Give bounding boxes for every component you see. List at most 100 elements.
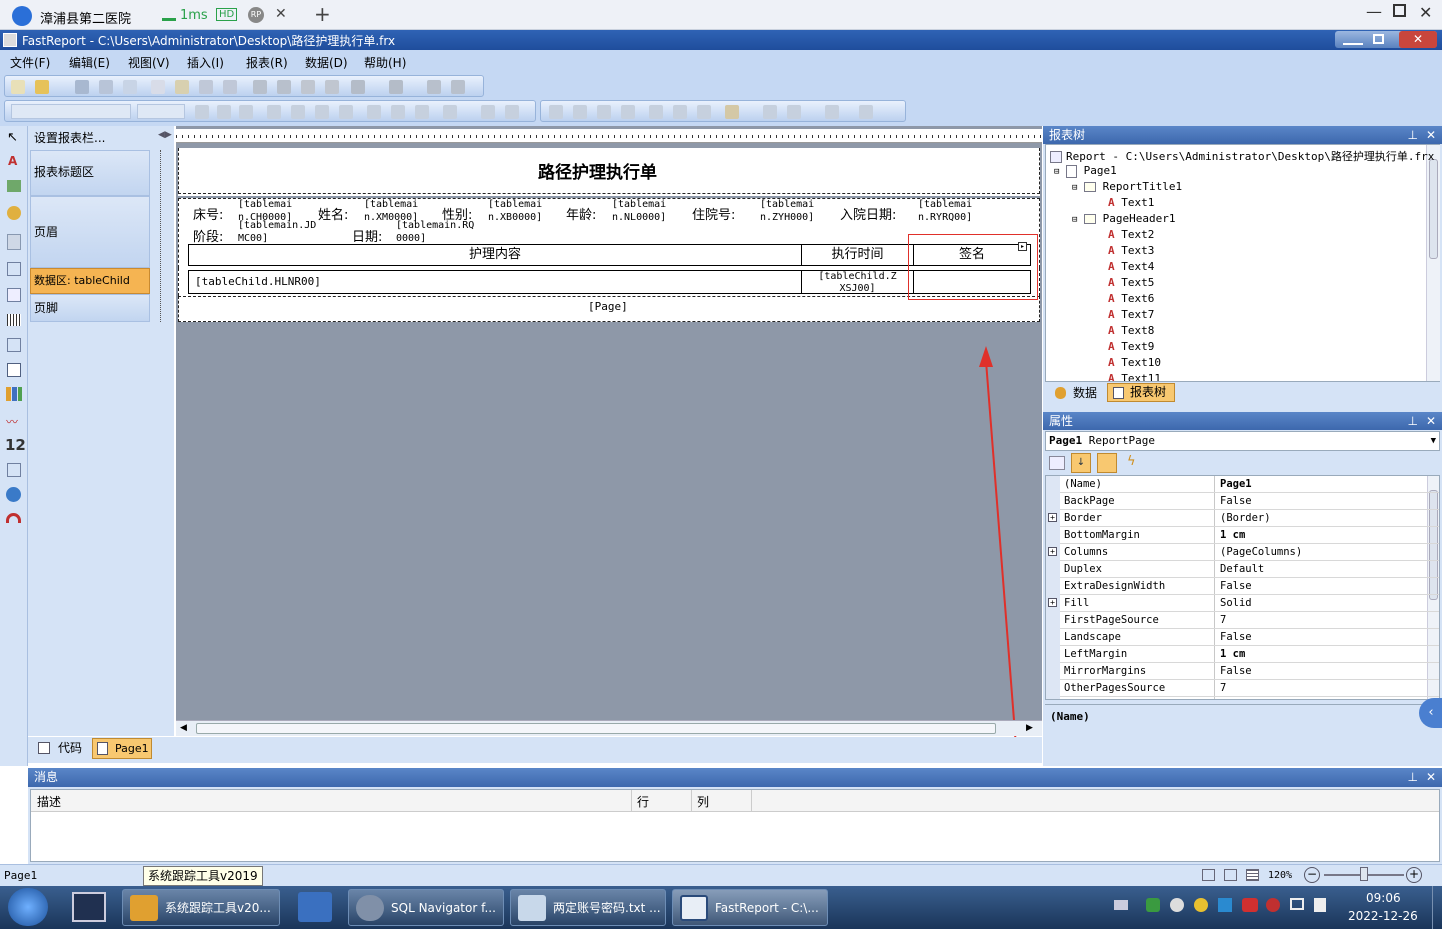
- col-description[interactable]: 描述: [37, 793, 61, 810]
- close-panel-icon[interactable]: ✕: [1426, 768, 1436, 787]
- collapse-arrows-icon[interactable]: ◀▶: [158, 130, 172, 140]
- font-name-select[interactable]: [11, 104, 131, 119]
- minimize-icon[interactable]: —: [1366, 2, 1382, 21]
- border-top-icon[interactable]: [549, 105, 563, 119]
- property-value[interactable]: (PageColumns): [1220, 546, 1302, 558]
- label-admit-date[interactable]: 入院日期:: [840, 204, 896, 223]
- field-date[interactable]: [tablemain.RQ 0000]: [396, 219, 474, 245]
- side-collapse-icon[interactable]: ‹: [1419, 698, 1442, 728]
- chart-object-icon[interactable]: [6, 387, 22, 401]
- align-bottom-icon[interactable]: [415, 105, 429, 119]
- pin-icon[interactable]: ⊥: [1408, 126, 1418, 144]
- line-style-icon[interactable]: [859, 105, 873, 119]
- design-surface[interactable]: 路径护理执行单 床号: [tablemai n.CH0000] 姓名: [tabl…: [176, 126, 1042, 747]
- property-value[interactable]: Default: [1220, 563, 1264, 575]
- zoom-in-icon[interactable]: +: [1406, 867, 1422, 883]
- tree-node-page1[interactable]: ⊟ Page1: [1054, 164, 1117, 178]
- checkbox-object-icon[interactable]: [7, 363, 21, 377]
- table-object-icon[interactable]: [7, 262, 21, 276]
- preview-icon[interactable]: [123, 80, 137, 94]
- cut-icon[interactable]: [253, 80, 267, 94]
- tree-node-text8[interactable]: A Text8: [1108, 324, 1154, 337]
- tree-node-text2[interactable]: A Text2: [1108, 228, 1154, 241]
- add-tab-icon[interactable]: +: [314, 2, 331, 26]
- tree-node-text4[interactable]: A Text4: [1108, 260, 1154, 273]
- pin-icon[interactable]: ⊥: [1408, 412, 1418, 430]
- scroll-right-icon[interactable]: ▶: [1026, 723, 1033, 733]
- report-tree[interactable]: Report - C:\Users\Administrator\Desktop\…: [1045, 144, 1440, 382]
- volume-icon[interactable]: [1314, 898, 1326, 912]
- zoom-slider-thumb[interactable]: [1360, 867, 1368, 881]
- ungroup-icon[interactable]: [451, 80, 465, 94]
- redo-icon[interactable]: [389, 80, 403, 94]
- property-value[interactable]: (Border): [1220, 512, 1271, 524]
- format-painter-icon[interactable]: [325, 80, 339, 94]
- label-stage[interactable]: 阶段:: [193, 226, 223, 245]
- tray-icon-3[interactable]: [1194, 898, 1208, 912]
- shadow-icon[interactable]: [697, 105, 711, 119]
- align-center-icon[interactable]: [291, 105, 305, 119]
- menu-edit[interactable]: 编辑(E): [69, 54, 110, 71]
- close-panel-icon[interactable]: ✕: [1426, 412, 1436, 430]
- messages-list[interactable]: 描述 行 列: [30, 789, 1440, 862]
- property-value[interactable]: 7: [1220, 682, 1226, 694]
- property-value[interactable]: 1 cm: [1220, 648, 1245, 660]
- property-value[interactable]: Page1: [1220, 478, 1252, 490]
- band-page-header[interactable]: 页眉: [30, 196, 150, 268]
- page-setup-icon[interactable]: [223, 80, 237, 94]
- pointer-icon[interactable]: ↖: [7, 130, 18, 145]
- bold-icon[interactable]: [195, 105, 209, 119]
- label-inpatient-no[interactable]: 住院号:: [692, 204, 735, 223]
- new-dialog-icon[interactable]: [175, 80, 189, 94]
- border-right-icon[interactable]: [621, 105, 635, 119]
- line-width-icon[interactable]: [825, 105, 839, 119]
- tree-node-text9[interactable]: A Text9: [1108, 340, 1154, 353]
- task-notepad[interactable]: 两定账号密码.txt ...: [510, 889, 666, 926]
- rp-badge[interactable]: RP: [248, 7, 264, 23]
- pin-icon[interactable]: ⊥: [1408, 768, 1418, 787]
- clock-date[interactable]: 2022-12-26: [1348, 909, 1418, 923]
- label-date[interactable]: 日期:: [352, 226, 382, 245]
- tree-node-reporttitle1[interactable]: ⊟ ReportTitle1: [1072, 180, 1182, 193]
- band-report-title[interactable]: 报表标题区: [30, 150, 150, 196]
- justify-icon[interactable]: [339, 105, 353, 119]
- menu-file[interactable]: 文件(F): [10, 54, 50, 71]
- show-desktop-button[interactable]: [1432, 886, 1442, 929]
- field-inpatient-no[interactable]: [tablemai n.ZYH000]: [760, 198, 814, 224]
- keyboard-tray-icon[interactable]: [1114, 900, 1128, 910]
- header-cell-time[interactable]: 执行时间: [801, 244, 914, 266]
- property-row[interactable]: MirrorMargins False: [1060, 663, 1439, 680]
- align-top-icon[interactable]: [367, 105, 381, 119]
- underline-icon[interactable]: [239, 105, 253, 119]
- menu-help[interactable]: 帮助(H): [364, 54, 406, 71]
- expand-icon[interactable]: +: [1048, 547, 1057, 556]
- tree-node-text11[interactable]: A Text11: [1108, 372, 1161, 381]
- dropdown-arrow-icon[interactable]: ▼: [1431, 432, 1436, 450]
- scroll-thumb[interactable]: [196, 723, 996, 734]
- paste-icon[interactable]: [301, 80, 315, 94]
- tree-scrollbar[interactable]: [1426, 145, 1440, 381]
- border-bottom-icon[interactable]: [573, 105, 587, 119]
- categorized-icon[interactable]: [1049, 456, 1065, 470]
- fill-props-icon[interactable]: [763, 105, 777, 119]
- minimize-icon[interactable]: [1343, 33, 1363, 45]
- report-title-band[interactable]: 路径护理执行单: [178, 148, 1040, 196]
- property-row[interactable]: BottomMargin 1 cm: [1060, 527, 1439, 544]
- shape-object-icon[interactable]: [7, 206, 21, 220]
- property-row[interactable]: BackPage False: [1060, 493, 1439, 510]
- tree-node-text10[interactable]: A Text10: [1108, 356, 1161, 369]
- align-right-icon[interactable]: [315, 105, 329, 119]
- col-row[interactable]: 行: [637, 793, 649, 810]
- hd-badge[interactable]: HD: [216, 8, 238, 21]
- label-name[interactable]: 姓名:: [318, 204, 348, 223]
- group-icon[interactable]: [427, 80, 441, 94]
- highlight-icon[interactable]: [481, 105, 495, 119]
- sparkline-icon[interactable]: 〰: [6, 413, 18, 430]
- open-icon[interactable]: [35, 80, 49, 94]
- sort-az-icon[interactable]: ↓: [1071, 453, 1091, 473]
- line-color-icon[interactable]: [787, 105, 801, 119]
- scroll-left-icon[interactable]: ◀: [180, 723, 187, 733]
- align-left-icon[interactable]: [267, 105, 281, 119]
- property-row[interactable]: FirstPageSource 7: [1060, 612, 1439, 629]
- label-age[interactable]: 年龄:: [566, 204, 596, 223]
